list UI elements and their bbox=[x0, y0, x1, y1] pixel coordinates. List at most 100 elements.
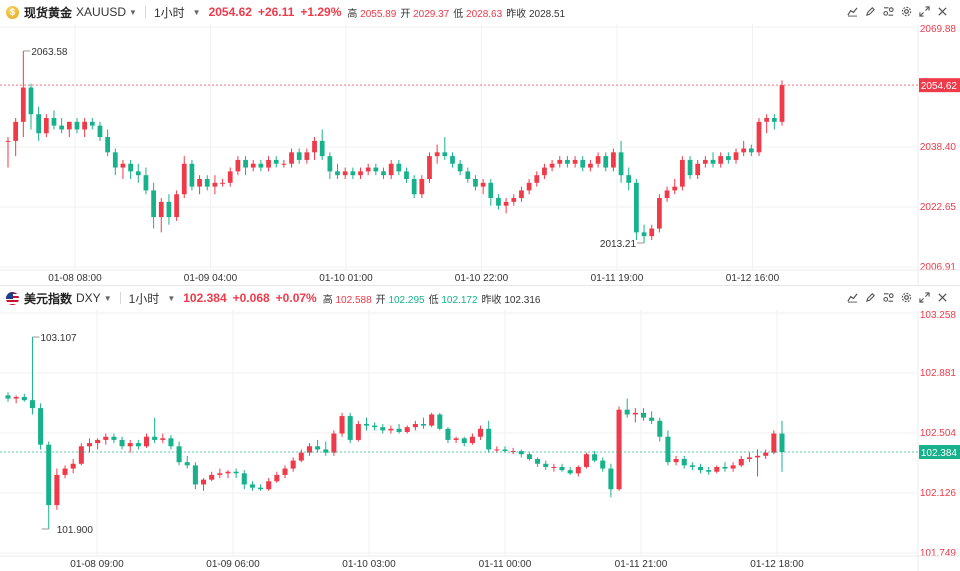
candle bbox=[434, 144, 440, 164]
y-axis-tick-label: 102.881 bbox=[920, 368, 957, 379]
candle-body bbox=[672, 186, 678, 191]
interval-dropdown-icon[interactable]: ▼ bbox=[193, 8, 201, 17]
indicators-icon[interactable] bbox=[880, 290, 896, 305]
candle bbox=[710, 152, 716, 168]
candle-body bbox=[453, 438, 459, 440]
candle-body bbox=[779, 433, 785, 453]
candle bbox=[95, 438, 101, 450]
candle-body bbox=[420, 424, 427, 426]
divider bbox=[144, 6, 146, 18]
candle bbox=[738, 455, 744, 467]
candle-body bbox=[111, 436, 117, 440]
interval-selector[interactable]: 1小时 bbox=[129, 290, 160, 307]
candle bbox=[461, 436, 467, 447]
last-price: 2054.62 bbox=[208, 5, 252, 19]
candle-body bbox=[738, 459, 744, 466]
candle bbox=[289, 148, 294, 168]
last-price-tag-label: 102.384 bbox=[921, 448, 958, 459]
candle bbox=[119, 436, 125, 450]
symbol-dropdown-icon[interactable]: ▼ bbox=[104, 294, 112, 303]
candle bbox=[412, 420, 418, 431]
candle-body bbox=[143, 175, 149, 191]
candle bbox=[442, 137, 448, 160]
candle-body bbox=[698, 466, 704, 471]
y-axis-tick-label: 102.126 bbox=[920, 488, 957, 499]
close-icon[interactable] bbox=[934, 4, 950, 19]
settings-icon[interactable] bbox=[898, 290, 914, 305]
candle-body bbox=[372, 425, 378, 428]
candle-body bbox=[38, 408, 44, 445]
candle-body bbox=[494, 449, 500, 451]
candle bbox=[358, 167, 363, 179]
candle bbox=[698, 463, 704, 474]
candle bbox=[181, 156, 187, 199]
candle-body bbox=[197, 178, 202, 187]
candle-body bbox=[243, 159, 248, 168]
candle bbox=[672, 178, 678, 195]
candle bbox=[419, 175, 425, 199]
candle bbox=[335, 163, 340, 179]
candle bbox=[649, 224, 655, 240]
high-marker-label: 103.107 bbox=[40, 333, 77, 344]
candle bbox=[741, 140, 747, 157]
candle-body bbox=[608, 468, 614, 490]
candle-body bbox=[575, 466, 581, 474]
x-axis-tick-label: 01-08 09:00 bbox=[70, 559, 124, 570]
symbol-dropdown-icon[interactable]: ▼ bbox=[129, 8, 137, 17]
candle-body bbox=[290, 460, 296, 469]
candle-body bbox=[258, 487, 264, 490]
candle-body bbox=[120, 163, 126, 168]
candle bbox=[580, 156, 586, 172]
candle bbox=[112, 148, 118, 176]
high-value: 高 102.588 bbox=[322, 294, 372, 306]
interval-selector[interactable]: 1小时 bbox=[154, 4, 185, 21]
candle bbox=[233, 468, 239, 479]
candle bbox=[388, 159, 394, 179]
candle bbox=[143, 167, 149, 195]
draw-icon[interactable] bbox=[862, 290, 878, 305]
candle-body bbox=[241, 473, 247, 485]
candle-body bbox=[204, 178, 210, 187]
fullscreen-icon[interactable] bbox=[916, 4, 932, 19]
candle-body bbox=[565, 159, 570, 164]
settings-icon[interactable] bbox=[898, 4, 914, 19]
chart-style-icon[interactable] bbox=[844, 290, 860, 305]
interval-dropdown-icon[interactable]: ▼ bbox=[167, 294, 175, 303]
dxy-candlestick-chart[interactable]: 01-08 09:00 01-09 06:00 01-10 03:00 01-11 0… bbox=[0, 286, 960, 571]
indicators-icon[interactable] bbox=[880, 4, 896, 19]
candle-body bbox=[331, 433, 337, 453]
candle-body bbox=[600, 460, 606, 469]
close-icon[interactable] bbox=[934, 290, 950, 305]
candle-body bbox=[695, 163, 701, 176]
instrument-name[interactable]: 现货黄金 bbox=[24, 4, 72, 21]
candle-body bbox=[388, 428, 394, 431]
candle-body bbox=[266, 159, 271, 168]
instrument-name[interactable]: 美元指数 bbox=[24, 290, 72, 307]
candle-body bbox=[572, 159, 578, 164]
candle bbox=[166, 194, 172, 225]
candle-body bbox=[158, 201, 164, 218]
candle-body bbox=[227, 171, 233, 183]
candle bbox=[429, 412, 435, 428]
instrument-symbol[interactable]: XAUUSD bbox=[76, 5, 126, 19]
candle-body bbox=[339, 416, 345, 434]
candle bbox=[66, 121, 72, 138]
candle-body bbox=[434, 152, 440, 157]
candle bbox=[135, 439, 141, 450]
candle bbox=[404, 425, 410, 434]
gold-candlestick-chart[interactable]: 01-08 08:00 01-09 04:00 01-10 01:00 01-10 2… bbox=[0, 0, 960, 285]
candle bbox=[549, 159, 555, 172]
candle bbox=[534, 171, 540, 187]
dxy-header: 美元指数 DXY ▼ 1小时 ▼ 102.384 +0.068 +0.07% 高… bbox=[0, 286, 960, 310]
candle bbox=[695, 159, 701, 179]
candle-body bbox=[526, 182, 532, 191]
candle-body bbox=[296, 152, 302, 160]
chart-style-icon[interactable] bbox=[844, 4, 860, 19]
candle bbox=[184, 455, 190, 469]
instrument-symbol[interactable]: DXY bbox=[76, 291, 101, 305]
draw-icon[interactable] bbox=[862, 4, 878, 19]
candle-body bbox=[298, 452, 304, 461]
candle-body bbox=[363, 424, 370, 426]
candle-body bbox=[396, 428, 402, 432]
fullscreen-icon[interactable] bbox=[916, 290, 932, 305]
